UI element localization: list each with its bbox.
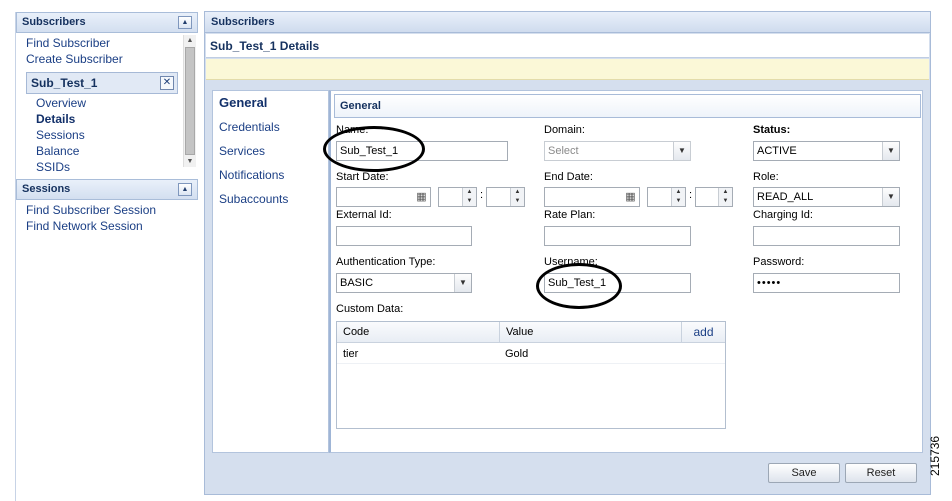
tab-credentials[interactable]: Credentials <box>219 120 280 134</box>
general-form: General Name: Sub_Test_1 Domain: Select … <box>329 90 923 453</box>
name-label: Name: <box>336 124 369 136</box>
nav-item-overview[interactable]: Overview <box>36 96 86 110</box>
name-field[interactable]: Sub_Test_1 <box>336 141 508 161</box>
role-select[interactable]: READ_ALL ▼ <box>753 187 900 207</box>
calendar-icon[interactable]: ▦ <box>623 189 638 205</box>
password-field[interactable]: ••••• <box>753 273 900 293</box>
add-custom-data-link[interactable]: add <box>681 322 725 343</box>
time-separator: : <box>689 189 693 201</box>
password-label: Password: <box>753 256 805 268</box>
custom-data-header: Code Value add <box>337 322 725 343</box>
auth-type-label: Authentication Type: <box>336 256 436 268</box>
sessions-panel-title: Sessions <box>22 183 71 195</box>
charging-id-field[interactable] <box>753 226 900 246</box>
start-minute-spinner[interactable]: ▲ ▼ <box>486 187 525 207</box>
rate-plan-field[interactable] <box>544 226 691 246</box>
domain-select-value: Select <box>548 145 579 157</box>
main-header: Subscribers <box>205 12 930 33</box>
custom-data-label: Custom Data: <box>336 303 404 315</box>
status-select-value: ACTIVE <box>757 145 797 157</box>
username-field[interactable]: Sub_Test_1 <box>544 273 691 293</box>
subscribers-panel-title: Subscribers <box>22 16 86 28</box>
close-icon[interactable]: ✕ <box>160 76 174 90</box>
time-separator: : <box>480 189 484 201</box>
start-hour-spinner[interactable]: ▲ ▼ <box>438 187 477 207</box>
status-select[interactable]: ACTIVE ▼ <box>753 141 900 161</box>
nav-item-balance[interactable]: Balance <box>36 144 79 158</box>
username-label: Username: <box>544 256 598 268</box>
nav-scrollbar[interactable]: ▲ ▼ <box>183 35 196 167</box>
save-button[interactable]: Save <box>768 463 840 483</box>
domain-label: Domain: <box>544 124 585 136</box>
tab-subaccounts[interactable]: Subaccounts <box>219 192 288 206</box>
tab-notifications[interactable]: Notifications <box>219 168 284 182</box>
end-minute-spinner[interactable]: ▲ ▼ <box>695 187 733 207</box>
collapse-up-icon[interactable]: ▲ <box>178 16 192 29</box>
tab-general[interactable]: General <box>219 95 267 110</box>
role-label: Role: <box>753 171 779 183</box>
custom-data-table: Code Value add tier Gold <box>336 321 726 429</box>
scroll-thumb[interactable] <box>185 47 195 155</box>
find-subscriber-session-link[interactable]: Find Subscriber Session <box>26 203 156 217</box>
subscribers-panel-header: Subscribers ▲ <box>16 12 198 33</box>
chevron-down-icon[interactable]: ▼ <box>882 142 899 160</box>
calendar-icon[interactable]: ▦ <box>414 189 429 205</box>
nav-item-ssids[interactable]: SSIDs <box>36 160 70 174</box>
main-panel: Subscribers Sub_Test_1 Details General C… <box>204 11 931 495</box>
rate-plan-label: Rate Plan: <box>544 209 596 221</box>
chevron-down-icon[interactable]: ▼ <box>673 142 690 160</box>
create-subscriber-link[interactable]: Create Subscriber <box>26 52 123 66</box>
auth-type-select[interactable]: BASIC ▼ <box>336 273 472 293</box>
collapse-up-icon[interactable]: ▲ <box>178 183 192 196</box>
nav-item-details[interactable]: Details <box>36 112 75 126</box>
end-hour-spinner[interactable]: ▲ ▼ <box>647 187 686 207</box>
column-header-code[interactable]: Code <box>337 322 499 343</box>
figure-id: 215736 <box>928 435 942 476</box>
scroll-up-icon[interactable]: ▲ <box>184 36 196 46</box>
spinner-icon[interactable]: ▲ ▼ <box>671 188 685 206</box>
find-network-session-link[interactable]: Find Network Session <box>26 219 143 233</box>
left-navigation: Subscribers ▲ Find Subscriber Create Sub… <box>15 12 198 501</box>
reset-button[interactable]: Reset <box>845 463 917 483</box>
spinner-icon[interactable]: ▲ ▼ <box>462 188 476 206</box>
general-section-header: General <box>334 94 921 118</box>
spinner-icon[interactable]: ▲ ▼ <box>718 188 732 206</box>
external-id-label: External Id: <box>336 209 392 221</box>
status-label: Status: <box>753 124 791 136</box>
row-value-cell: Gold <box>505 348 529 360</box>
column-header-value[interactable]: Value <box>499 322 679 343</box>
spinner-icon[interactable]: ▲ ▼ <box>510 188 524 206</box>
subscriber-card[interactable]: Sub_Test_1 ✕ <box>26 72 178 94</box>
end-date-label: End Date: <box>544 171 593 183</box>
scroll-down-icon[interactable]: ▼ <box>184 157 196 167</box>
chevron-down-icon[interactable]: ▼ <box>882 188 899 206</box>
domain-select[interactable]: Select ▼ <box>544 141 691 161</box>
sessions-panel-header: Sessions ▲ <box>16 179 198 200</box>
row-code-cell: tier <box>343 348 359 360</box>
find-subscriber-link[interactable]: Find Subscriber <box>26 36 110 50</box>
auth-type-select-value: BASIC <box>340 277 374 289</box>
vertical-tabs: General Credentials Services Notificatio… <box>212 90 329 453</box>
tab-services[interactable]: Services <box>219 144 265 158</box>
end-date-field[interactable]: ▦ <box>544 187 640 207</box>
charging-id-label: Charging Id: <box>753 209 813 221</box>
start-date-field[interactable]: ▦ <box>336 187 431 207</box>
page-title: Sub_Test_1 Details <box>206 34 929 58</box>
subscriber-card-name: Sub_Test_1 <box>31 76 98 90</box>
table-row[interactable]: tier Gold <box>337 344 725 364</box>
role-select-value: READ_ALL <box>757 191 814 203</box>
start-date-label: Start Date: <box>336 171 389 183</box>
message-strip <box>206 59 929 80</box>
chevron-down-icon[interactable]: ▼ <box>454 274 471 292</box>
nav-item-sessions[interactable]: Sessions <box>36 128 85 142</box>
external-id-field[interactable] <box>336 226 472 246</box>
